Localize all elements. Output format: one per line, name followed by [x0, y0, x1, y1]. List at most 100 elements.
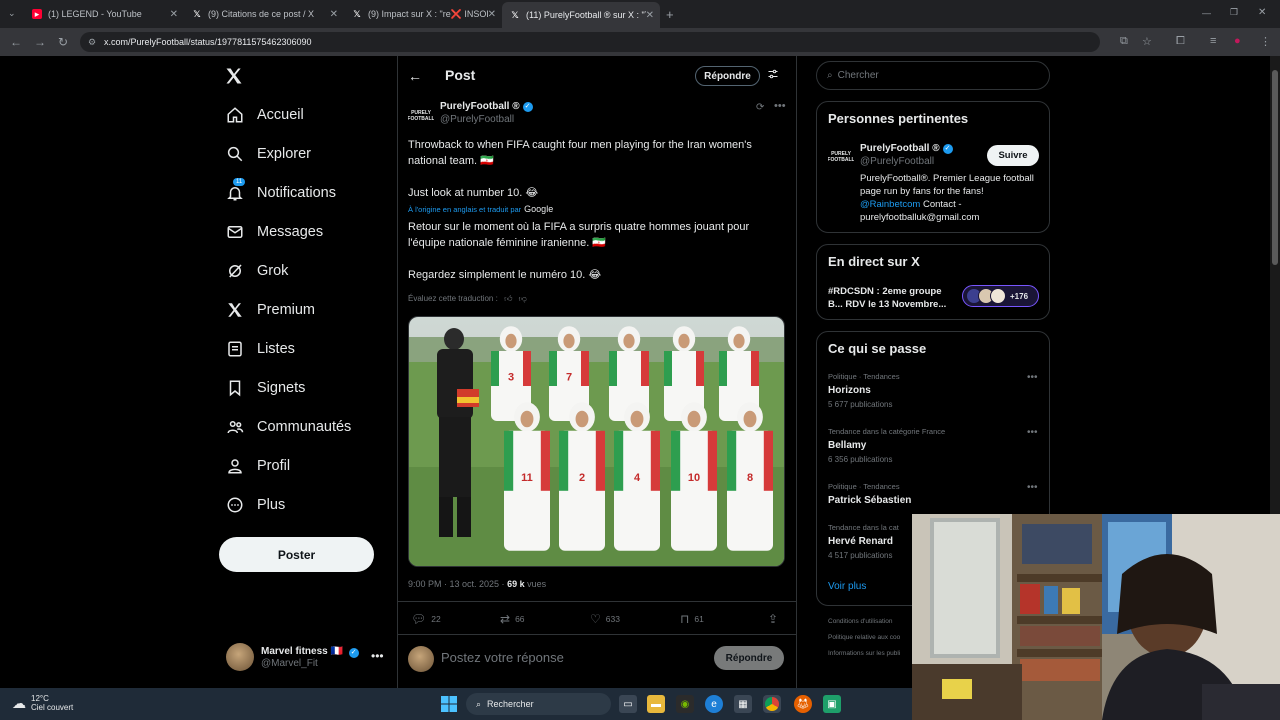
thumbs-up-icon[interactable]: 👍︎: [504, 294, 512, 303]
translation-notice[interactable]: À l'origine en anglais et traduit par Go…: [408, 204, 553, 214]
chrome-icon[interactable]: [763, 695, 781, 713]
nav-lists[interactable]: Listes: [226, 340, 295, 358]
post-author[interactable]: PurelyFootball ® ✓ @PurelyFootball: [440, 101, 533, 125]
footer-link-cookies[interactable]: Politique relative aux coo: [828, 634, 900, 641]
nav-communities[interactable]: Communautés: [226, 418, 351, 436]
edge-icon[interactable]: e: [705, 695, 723, 713]
card-title: Personnes pertinentes: [828, 111, 969, 126]
reply-input[interactable]: Postez votre réponse: [441, 650, 564, 665]
menu-icon[interactable]: ⋮: [1260, 35, 1271, 48]
trend-item[interactable]: Tendance dans la catégorie France Bellam…: [828, 427, 945, 464]
relevant-name[interactable]: PurelyFootball ® ✓: [860, 143, 953, 154]
firefox-icon[interactable]: 🦊︎: [794, 695, 812, 713]
nav-profile[interactable]: Profil: [226, 457, 290, 475]
cast-icon[interactable]: ⧉: [1120, 35, 1128, 48]
post-image[interactable]: 3 7 11 2 4 10 8: [408, 316, 785, 567]
reading-list-icon[interactable]: ≡: [1210, 35, 1216, 47]
sliders-icon[interactable]: [767, 68, 779, 83]
youtube-icon: ▸: [32, 9, 42, 19]
mail-icon: [226, 223, 244, 241]
task-view-icon[interactable]: ▭: [619, 695, 637, 713]
browser-tab-citations[interactable]: 𝕏 (9) Citations de ce post / X ✕: [184, 4, 344, 24]
like-action[interactable]: ♡ 633: [590, 612, 620, 626]
nav-more[interactable]: Plus: [226, 496, 285, 514]
weather-widget[interactable]: ☁ 12°C Ciel couvert: [12, 694, 73, 712]
site-info-icon[interactable]: ⚙: [88, 37, 96, 48]
header-reply-button[interactable]: Répondre: [695, 66, 760, 86]
close-icon[interactable]: ✕: [645, 9, 654, 21]
nvidia-icon[interactable]: ◉: [676, 695, 694, 713]
nav-bookmarks[interactable]: Signets: [226, 379, 305, 397]
back-icon[interactable]: ←: [10, 35, 22, 49]
search-icon: ⌕: [827, 70, 833, 81]
star-icon[interactable]: ☆: [1142, 35, 1152, 48]
nav-home[interactable]: Accueil: [226, 106, 304, 124]
account-switcher[interactable]: Marvel fitness 🇫🇷 ✓ @Marvel_Fit: [226, 643, 359, 671]
share-action[interactable]: ⇪: [768, 612, 783, 626]
thumbs-down-icon[interactable]: 👎︎: [519, 294, 527, 303]
google-logo: Google: [524, 204, 554, 214]
url-field[interactable]: ⚙ x.com/PurelyFootball/status/1977811575…: [80, 32, 1100, 52]
more-horizontal-icon[interactable]: •••: [1027, 427, 1038, 438]
trend-item[interactable]: Politique · Tendances Horizons 5 677 pub…: [828, 372, 900, 409]
trend-item[interactable]: Tendance dans la cat Hervé Renard 4 517 …: [828, 523, 899, 560]
bookmark-action[interactable]: ⊓ 61: [680, 612, 704, 626]
bio-link[interactable]: @Rainbetcom: [860, 199, 920, 210]
footer-link-ads[interactable]: Informations sur les publi: [828, 650, 900, 657]
close-icon[interactable]: ✕: [487, 8, 496, 20]
grok-icon[interactable]: ⟳: [756, 102, 764, 113]
close-icon[interactable]: ✕: [170, 9, 178, 20]
close-icon[interactable]: ✕: [330, 9, 338, 20]
nav-explore[interactable]: Explorer: [226, 145, 311, 163]
scrollbar-thumb[interactable]: [1272, 70, 1278, 265]
nav-label: Accueil: [257, 107, 304, 123]
trend-item[interactable]: Politique · Tendances Patrick Sébastien: [828, 482, 911, 506]
reload-icon[interactable]: ↻: [58, 35, 68, 49]
taskbar-search[interactable]: ⌕ Rechercher: [466, 693, 611, 715]
minimize-icon[interactable]: —: [1202, 8, 1211, 18]
store-icon[interactable]: ▦: [734, 695, 752, 713]
reply-button[interactable]: Répondre: [714, 646, 784, 670]
follow-button[interactable]: Suivre: [987, 145, 1039, 166]
nav-messages[interactable]: Messages: [226, 223, 323, 241]
windows-start-icon[interactable]: [440, 695, 458, 713]
more-horizontal-icon[interactable]: •••: [1027, 372, 1038, 383]
author-avatar-logo[interactable]: PURELY FOOTBALL: [407, 108, 434, 122]
repost-action[interactable]: ⇄ 66: [500, 612, 525, 626]
extensions-icon[interactable]: ⧠: [1176, 35, 1185, 48]
nav-grok[interactable]: Grok: [226, 262, 288, 280]
author-avatar-logo[interactable]: PURELY FOOTBALL: [827, 150, 854, 164]
browser-tab-impact[interactable]: 𝕏 (9) Impact sur X : "re❌ INSOLI ✕: [344, 4, 502, 24]
svg-text:FOOTBALL: FOOTBALL: [408, 116, 434, 122]
app-icon[interactable]: ▣: [823, 695, 841, 713]
new-tab-icon[interactable]: +: [666, 7, 674, 22]
post-button[interactable]: Poster: [219, 537, 374, 572]
live-space-title[interactable]: #RDCSDN : 2eme groupe B... RDV le 13 Nov…: [828, 285, 956, 311]
back-arrow-icon[interactable]: ←: [408, 68, 422, 84]
more-horizontal-icon[interactable]: •••: [371, 649, 384, 663]
browser-tab-purelyfootball[interactable]: 𝕏 (11) PurelyFootball ® sur X : "T ✕: [502, 2, 660, 28]
nav-label: Signets: [257, 380, 306, 396]
author-handle: @PurelyFootball: [440, 114, 515, 125]
show-more-link[interactable]: Voir plus: [828, 581, 866, 592]
more-horizontal-icon[interactable]: •••: [774, 100, 786, 112]
forward-icon[interactable]: →: [34, 35, 46, 49]
search-input[interactable]: ⌕ Chercher: [816, 61, 1050, 90]
nav-premium[interactable]: Premium: [226, 301, 315, 319]
file-explorer-icon[interactable]: ▬: [647, 695, 665, 713]
post-timestamp[interactable]: 9:00 PM · 13 oct. 2025 ·: [408, 579, 505, 589]
live-listeners[interactable]: +176: [962, 285, 1039, 307]
profile-icon[interactable]: ●: [1234, 35, 1241, 47]
nav-notifications[interactable]: 11 Notifications: [226, 178, 336, 202]
tab-title: (9) Citations de ce post / X: [208, 9, 315, 19]
more-horizontal-icon[interactable]: •••: [1027, 482, 1038, 493]
close-window-icon[interactable]: ✕: [1258, 7, 1266, 18]
more-circle-icon: [226, 496, 244, 514]
tab-list-icon[interactable]: ⌄: [8, 8, 16, 19]
browser-tab-youtube[interactable]: ▸ (1) LEGEND - YouTube ✕: [24, 4, 184, 24]
maximize-icon[interactable]: ❐: [1230, 7, 1238, 18]
listener-count: +176: [1010, 291, 1029, 301]
reply-action[interactable]: 💬︎ 22: [411, 612, 441, 626]
x-logo-icon[interactable]: [224, 66, 244, 92]
footer-link-terms[interactable]: Conditions d'utilisation: [828, 618, 892, 625]
